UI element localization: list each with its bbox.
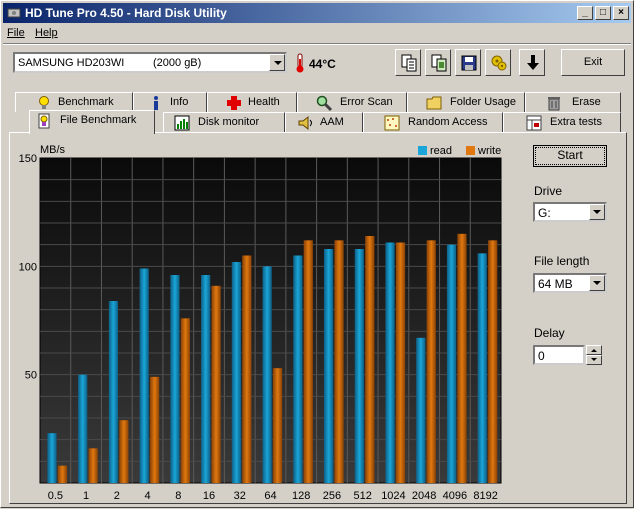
legend-read-swatch	[418, 146, 427, 155]
read-bar	[108, 301, 119, 483]
chevron-down-icon[interactable]	[589, 275, 605, 291]
read-bar	[139, 268, 149, 483]
chevron-up-icon	[591, 349, 597, 352]
start-button[interactable]: Start	[533, 145, 607, 167]
file-length-value: 64 MB	[538, 277, 573, 291]
legend-write-label: write	[477, 145, 501, 157]
x-tick-label: 8	[175, 490, 181, 502]
x-tick-label: 512	[354, 490, 372, 502]
write-bar	[303, 240, 313, 483]
y-tick-label: 50	[25, 370, 37, 382]
write-bar	[488, 240, 498, 483]
write-bar	[457, 233, 467, 483]
read-bar	[446, 244, 457, 483]
y-axis-label: MB/s	[40, 144, 66, 156]
delay-spinner[interactable]	[586, 345, 602, 365]
write-bar	[242, 255, 252, 483]
chevron-down-icon	[591, 358, 597, 361]
drive-letter-value: G:	[538, 206, 551, 220]
start-button-label: Start	[557, 148, 583, 162]
read-bar	[323, 249, 334, 483]
read-bar	[354, 249, 364, 483]
x-tick-label: 8192	[473, 490, 497, 502]
file-length-select[interactable]: 64 MB	[533, 273, 607, 293]
write-bar	[119, 420, 129, 483]
write-bar	[211, 285, 221, 483]
write-bar	[395, 242, 406, 483]
y-tick-label: 100	[19, 261, 37, 273]
read-bar	[262, 266, 272, 483]
write-bar	[334, 240, 344, 483]
spin-down-button[interactable]	[586, 355, 602, 365]
read-bar	[477, 253, 487, 483]
x-tick-label: 2	[114, 490, 120, 502]
x-tick-label: 16	[203, 490, 215, 502]
write-bar	[180, 318, 190, 483]
x-tick-label: 1	[83, 490, 89, 502]
x-tick-label: 128	[292, 490, 310, 502]
write-bar	[57, 465, 68, 483]
x-tick-label: 2048	[412, 490, 436, 502]
write-bar	[426, 240, 436, 483]
legend-write-swatch	[466, 146, 475, 155]
x-tick-label: 0.5	[48, 490, 63, 502]
chevron-down-icon[interactable]	[589, 204, 605, 220]
drive-letter-select[interactable]: G:	[533, 202, 607, 222]
x-tick-label: 4096	[443, 490, 467, 502]
write-bar	[150, 376, 160, 483]
read-bar	[385, 242, 395, 483]
tab-file-benchmark-label: File Benchmark	[60, 114, 137, 126]
read-bar	[293, 255, 303, 483]
read-bar	[416, 337, 426, 483]
spin-up-button[interactable]	[586, 345, 602, 355]
tab-file-benchmark[interactable]: File Benchmark	[29, 110, 155, 134]
delay-input[interactable]: 0	[533, 345, 585, 365]
drive-label: Drive	[534, 184, 563, 198]
x-tick-label: 1024	[381, 490, 405, 502]
x-tick-label: 4	[145, 490, 151, 502]
read-bar	[231, 262, 241, 483]
legend-read-label: read	[430, 145, 452, 157]
read-bar	[170, 275, 180, 483]
y-tick-label: 150	[19, 153, 37, 165]
write-bar	[365, 236, 375, 483]
x-tick-label: 256	[323, 490, 341, 502]
delay-value: 0	[538, 349, 545, 363]
read-bar	[47, 433, 57, 483]
read-bar	[78, 374, 88, 483]
x-tick-label: 32	[234, 490, 246, 502]
read-bar	[201, 275, 211, 483]
file-length-label: File length	[534, 254, 590, 268]
delay-label: Delay	[534, 326, 565, 340]
app-window: HD Tune Pro 4.50 - Hard Disk Utility _ □…	[0, 0, 634, 508]
write-bar	[272, 368, 283, 483]
write-bar	[88, 448, 98, 483]
x-tick-label: 64	[264, 490, 276, 502]
file-benchmark-icon	[38, 113, 50, 129]
